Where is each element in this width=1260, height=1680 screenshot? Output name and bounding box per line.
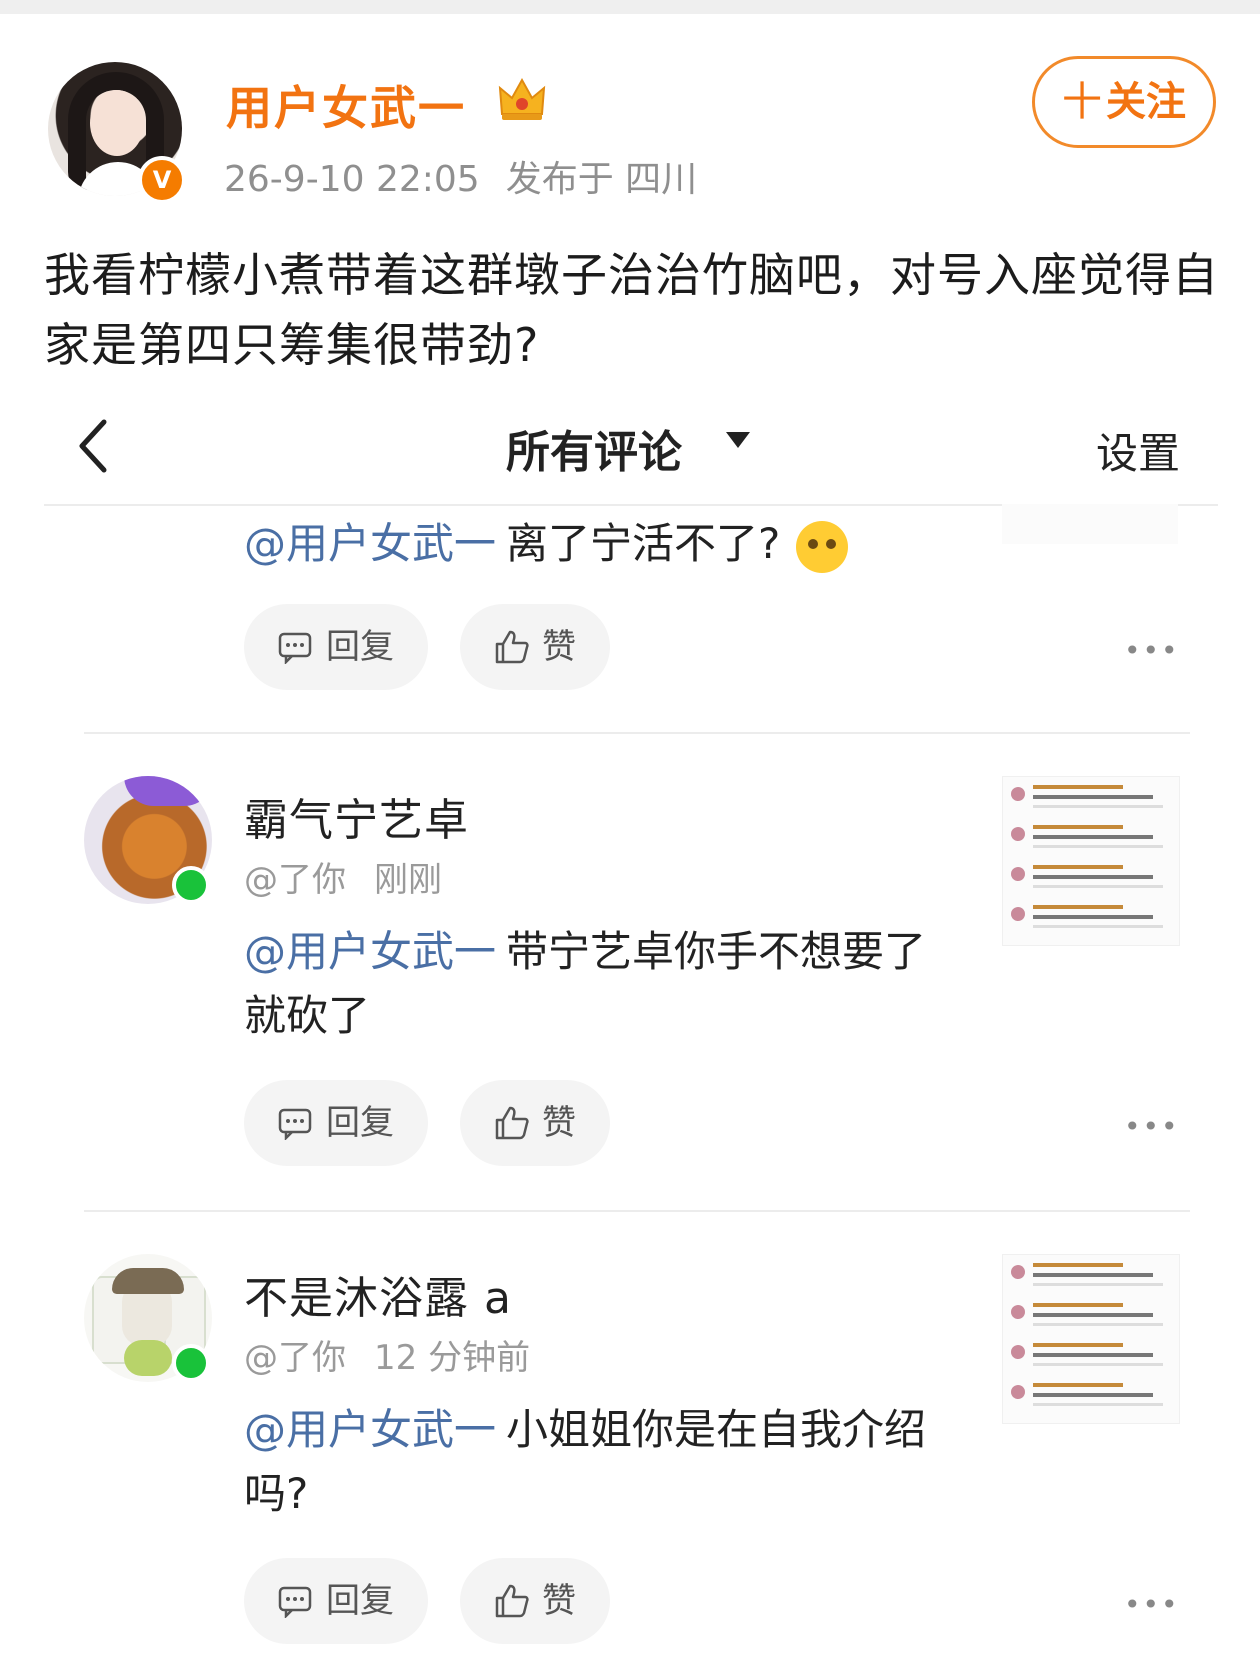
comment-icon: [278, 632, 312, 664]
reply-label: 回复: [326, 627, 394, 667]
post-meta: 26-9-10 22:05 发布于 四川: [224, 150, 697, 202]
comment-text: @用户女武一 带宁艺卓你手不想要了就砍了: [244, 920, 964, 1048]
crying-emoji-icon: [796, 520, 849, 573]
post-location: 发布于 四川: [505, 159, 698, 200]
like-button[interactable]: 赞: [460, 604, 610, 690]
comment-time: 刚刚: [374, 860, 442, 900]
comment-text: @用户女武一 小姐姐你是在自我介绍吗?: [244, 1398, 964, 1526]
caret-down-icon[interactable]: [726, 432, 750, 448]
more-options-icon[interactable]: •••: [1124, 634, 1180, 667]
plus-icon: 十: [1062, 79, 1102, 125]
avatar-hat: [112, 1268, 184, 1294]
like-label: 赞: [542, 1581, 576, 1621]
like-button[interactable]: 赞: [460, 1080, 610, 1166]
avatar-face: [90, 90, 144, 156]
comment-time: 12 分钟前: [374, 1338, 531, 1378]
comment-divider: [84, 1210, 1190, 1212]
reply-button[interactable]: 回复: [244, 604, 428, 690]
avatar-purple-cushion: [124, 776, 212, 806]
author-name[interactable]: 用户女武一: [226, 72, 466, 138]
comments-filter-title[interactable]: 所有评论: [506, 416, 682, 480]
mention-link[interactable]: @用户女武一: [244, 1405, 496, 1454]
follow-label: 关注: [1106, 79, 1186, 125]
thumbs-up-icon: [495, 630, 529, 664]
mention-note: @了你: [244, 860, 346, 900]
commenter-name[interactable]: 不是沐浴露 a: [244, 1262, 512, 1326]
comment-image-thumbnail[interactable]: [1002, 776, 1180, 946]
reply-button[interactable]: 回复: [244, 1558, 428, 1644]
like-label: 赞: [542, 627, 576, 667]
more-options-icon[interactable]: •••: [1124, 1110, 1180, 1143]
comment-body: 离了宁活不了?: [506, 519, 781, 568]
comment-text: @用户女武一 离了宁活不了?: [244, 512, 964, 576]
thumbs-up-icon: [495, 1584, 529, 1618]
mention-link[interactable]: @用户女武一: [244, 927, 496, 976]
mention-link[interactable]: @用户女武一: [244, 519, 496, 568]
commenter-name[interactable]: 霸气宁艺卓: [244, 784, 469, 848]
comment-divider: [84, 732, 1190, 734]
reply-label: 回复: [326, 1103, 394, 1143]
comment-icon: [278, 1586, 312, 1618]
reply-label: 回复: [326, 1581, 394, 1621]
chevron-left-icon[interactable]: [74, 416, 114, 476]
follow-button[interactable]: 十关注: [1032, 56, 1216, 148]
comment-image-thumbnail[interactable]: [1002, 1254, 1180, 1424]
reply-button[interactable]: 回复: [244, 1080, 428, 1166]
post-text: 我看柠檬小煮带着这群墩子治治竹脑吧，对号入座觉得自家是第四只筹集很带劲?: [44, 248, 1219, 372]
thumbs-up-icon: [495, 1106, 529, 1140]
online-status-icon: [172, 866, 210, 904]
crown-icon: [498, 77, 546, 120]
comment-meta: @了你 刚刚: [244, 852, 442, 901]
comment-image-thumbnail[interactable]: [1002, 504, 1178, 544]
post-time: 26-9-10 22:05: [224, 159, 480, 200]
settings-link[interactable]: 设置: [1096, 420, 1180, 481]
avatar-leaf: [124, 1340, 172, 1376]
comment-icon: [278, 1108, 312, 1140]
mention-note: @了你: [244, 1338, 346, 1378]
like-label: 赞: [542, 1103, 576, 1143]
more-options-icon[interactable]: •••: [1124, 1588, 1180, 1621]
verified-badge-icon: V: [138, 156, 186, 204]
like-button[interactable]: 赞: [460, 1558, 610, 1644]
online-status-icon: [172, 1344, 210, 1382]
comment-meta: @了你 12 分钟前: [244, 1330, 530, 1379]
